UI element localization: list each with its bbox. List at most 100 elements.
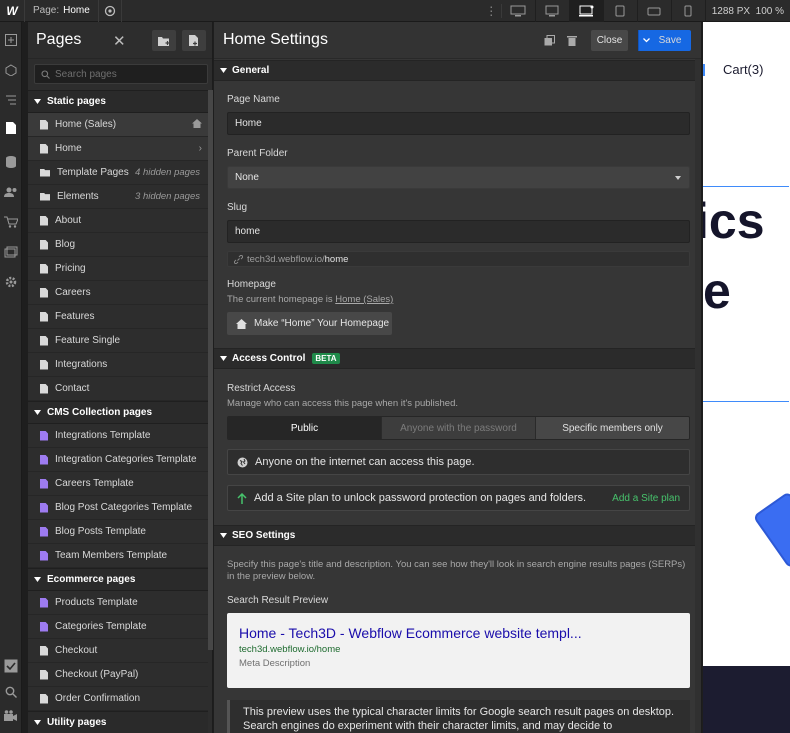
page-item-label: Features bbox=[55, 311, 95, 322]
file-icon bbox=[40, 287, 48, 298]
page-item-careers[interactable]: Careers bbox=[28, 281, 208, 305]
page-item-elements[interactable]: Elements 3 hidden pages bbox=[28, 185, 208, 209]
assets-icon[interactable] bbox=[3, 244, 19, 260]
close-icon[interactable]: ✕ bbox=[113, 32, 126, 50]
pages-panel-header: Pages ✕ bbox=[28, 22, 212, 59]
file-icon bbox=[40, 335, 48, 346]
cms-icon[interactable] bbox=[3, 154, 19, 170]
cms-page-icon bbox=[40, 550, 48, 561]
page-item-integrations-template[interactable]: Integrations Template bbox=[28, 424, 208, 448]
add-panel-icon[interactable] bbox=[3, 32, 19, 48]
settings-gear-icon[interactable] bbox=[3, 274, 19, 290]
file-icon bbox=[40, 215, 48, 226]
page-item-label: Integrations bbox=[55, 359, 108, 370]
house-icon bbox=[236, 318, 247, 329]
new-folder-button[interactable] bbox=[152, 30, 176, 51]
cms-page-icon bbox=[40, 430, 48, 441]
page-item-contact[interactable]: Contact bbox=[28, 377, 208, 401]
video-tutorials-icon[interactable] bbox=[3, 708, 19, 724]
pages-scrollbar[interactable] bbox=[208, 90, 213, 650]
more-breakpoints-icon[interactable]: ⋮ bbox=[482, 4, 502, 18]
page-item-integrations[interactable]: Integrations bbox=[28, 353, 208, 377]
page-item-blog[interactable]: Blog bbox=[28, 233, 208, 257]
symbols-icon[interactable] bbox=[3, 62, 19, 78]
page-name-input[interactable]: Home bbox=[227, 112, 690, 135]
search-icon[interactable] bbox=[3, 684, 19, 700]
duplicate-page-icon[interactable] bbox=[544, 35, 555, 49]
page-item-label: About bbox=[55, 215, 82, 226]
access-option-public[interactable]: Public bbox=[228, 417, 382, 439]
new-page-button[interactable] bbox=[182, 30, 206, 51]
page-item-pricing[interactable]: Pricing bbox=[28, 257, 208, 281]
page-item-feature-single[interactable]: Feature Single bbox=[28, 329, 208, 353]
page-item-careers-template[interactable]: Careers Template bbox=[28, 472, 208, 496]
link-icon bbox=[234, 254, 243, 264]
preview-icon[interactable] bbox=[97, 0, 122, 22]
beta-badge: BETA bbox=[312, 353, 340, 364]
page-item-integration-categories-template[interactable]: Integration Categories Template bbox=[28, 448, 208, 472]
access-control-section-header[interactable]: Access Control BETA bbox=[214, 348, 695, 369]
page-url-preview[interactable]: tech3d.webflow.io/home bbox=[227, 251, 690, 267]
navigator-icon[interactable] bbox=[3, 92, 19, 108]
cart-link[interactable]: Cart(3) bbox=[723, 62, 763, 77]
seo-section-header[interactable]: SEO Settings bbox=[214, 525, 695, 546]
chevron-right-icon[interactable]: › bbox=[199, 143, 202, 154]
page-item-label: Checkout bbox=[55, 645, 98, 656]
webflow-logo[interactable]: W bbox=[0, 0, 24, 22]
close-button[interactable]: Close bbox=[591, 30, 628, 51]
page-item-about[interactable]: About bbox=[28, 209, 208, 233]
breakpoint-1920-icon[interactable] bbox=[502, 0, 536, 22]
add-site-plan-link[interactable]: Add a Site plan bbox=[612, 493, 680, 504]
page-item-products-template[interactable]: Products Template bbox=[28, 591, 208, 615]
page-item-home-sales[interactable]: Home (Sales) bbox=[28, 113, 208, 137]
access-option-members[interactable]: Specific members only bbox=[536, 417, 689, 439]
section-static-pages[interactable]: Static pages bbox=[28, 90, 208, 113]
page-item-label: Contact bbox=[55, 383, 90, 394]
settings-scrollbar[interactable] bbox=[695, 59, 701, 733]
design-canvas[interactable]: Cart(3) ics e bbox=[703, 22, 790, 733]
arrow-up-icon bbox=[237, 492, 247, 504]
section-cms-pages[interactable]: CMS Collection pages bbox=[28, 401, 208, 424]
slug-input[interactable]: home bbox=[227, 220, 690, 243]
audit-check-icon[interactable] bbox=[3, 658, 19, 674]
notice-text: Anyone on the internet can access this p… bbox=[255, 456, 475, 468]
current-homepage-link[interactable]: Home (Sales) bbox=[335, 294, 393, 305]
current-page-indicator[interactable]: Page: Home bbox=[24, 0, 98, 22]
page-item-checkout-paypal[interactable]: Checkout (PayPal) bbox=[28, 663, 208, 687]
breakpoint-phone-icon[interactable] bbox=[672, 0, 706, 22]
breakpoint-desktop-icon[interactable] bbox=[569, 0, 604, 22]
section-ecommerce-pages[interactable]: Ecommerce pages bbox=[28, 568, 208, 591]
pages-panel-title: Pages bbox=[36, 31, 82, 48]
delete-page-icon[interactable] bbox=[567, 35, 577, 49]
save-button[interactable]: Save bbox=[638, 30, 691, 51]
ecommerce-icon[interactable] bbox=[3, 214, 19, 230]
section-utility-pages[interactable]: Utility pages bbox=[28, 711, 208, 733]
hero-heading-line-1: ics bbox=[703, 193, 765, 249]
page-item-team-members-template[interactable]: Team Members Template bbox=[28, 544, 208, 568]
breakpoint-landscape-icon[interactable] bbox=[638, 0, 672, 22]
users-icon[interactable] bbox=[3, 184, 19, 200]
page-item-categories-template[interactable]: Categories Template bbox=[28, 615, 208, 639]
parent-folder-select[interactable]: None bbox=[227, 166, 690, 189]
breakpoint-1440-icon[interactable] bbox=[536, 0, 570, 22]
page-item-features[interactable]: Features bbox=[28, 305, 208, 329]
page-item-blog-posts-template[interactable]: Blog Posts Template bbox=[28, 520, 208, 544]
search-icon bbox=[41, 69, 50, 79]
page-item-checkout[interactable]: Checkout bbox=[28, 639, 208, 663]
breakpoint-tablet-icon[interactable] bbox=[604, 0, 638, 22]
folder-icon bbox=[40, 192, 50, 201]
search-pages-box bbox=[34, 64, 208, 84]
page-item-order-confirmation[interactable]: Order Confirmation bbox=[28, 687, 208, 711]
general-section-header[interactable]: General bbox=[214, 60, 695, 81]
upgrade-notice: Add a Site plan to unlock password prote… bbox=[227, 485, 690, 511]
page-item-label: Integration Categories Template bbox=[55, 454, 197, 465]
slug-label: Slug bbox=[227, 202, 248, 213]
page-item-template-pages[interactable]: Template Pages 4 hidden pages bbox=[28, 161, 208, 185]
page-item-home[interactable]: Home › bbox=[28, 137, 208, 161]
access-option-password[interactable]: Anyone with the password bbox=[382, 417, 536, 439]
pages-icon[interactable] bbox=[3, 120, 19, 136]
make-homepage-button[interactable]: Make “Home” Your Homepage bbox=[227, 312, 392, 335]
page-item-blog-post-categories-template[interactable]: Blog Post Categories Template bbox=[28, 496, 208, 520]
search-pages-input[interactable] bbox=[55, 68, 195, 80]
page-item-label: Blog bbox=[55, 239, 76, 250]
